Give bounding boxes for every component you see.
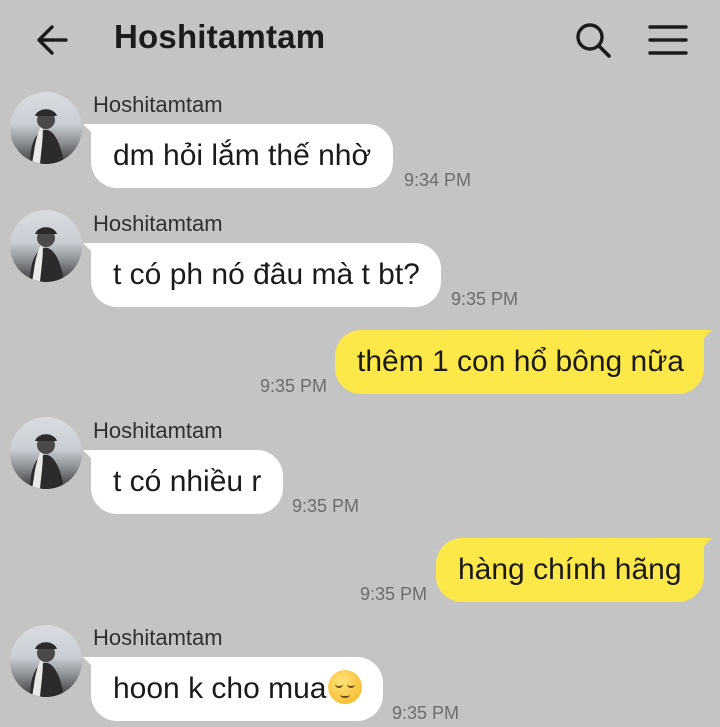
message-timestamp: 9:35 PM [260,376,328,396]
message-text: t có ph nó đâu mà t bt? [113,258,420,291]
search-button[interactable] [572,20,614,62]
search-icon [576,23,611,58]
message-bubble[interactable]: t có nhiều r [91,450,283,514]
message-timestamp: 9:35 PM [451,289,519,309]
message-text: t có nhiều r [113,465,262,498]
avatar[interactable] [10,92,82,164]
chat-title: Hoshitamtam [114,18,326,55]
message-bubble[interactable]: hoon k cho mua [91,657,383,721]
avatar[interactable] [10,210,82,282]
hamburger-menu-icon [648,25,688,55]
person-silhouette-icon [30,109,64,164]
sender-name: Hoshitamtam [93,92,223,117]
avatar[interactable] [10,417,82,489]
menu-button[interactable] [646,22,690,58]
chat-header: Hoshitamtam [0,0,720,78]
message-text: hàng chính hãng [458,553,682,586]
message-timestamp: 9:35 PM [360,584,428,604]
message-timestamp: 9:34 PM [404,170,472,190]
message-bubble[interactable]: thêm 1 con hổ bông nữa [335,330,704,394]
person-silhouette-icon [30,642,64,697]
message-text: dm hỏi lắm thế nhờ [113,139,372,172]
message-bubble[interactable]: hàng chính hãng [436,538,704,602]
sender-name: Hoshitamtam [93,418,223,443]
message-bubble[interactable]: dm hỏi lắm thế nhờ [91,124,393,188]
person-silhouette-icon [30,227,64,282]
person-silhouette-icon [30,434,64,489]
pensive-face-emoji-icon [328,670,363,704]
message-timestamp: 9:35 PM [292,496,360,516]
avatar[interactable] [10,625,82,697]
message-text: hoon k cho mua [113,672,327,705]
back-button[interactable] [32,20,76,60]
message-timestamp: 9:35 PM [392,703,460,723]
message-bubble[interactable]: t có ph nó đâu mà t bt? [91,243,441,307]
message-text: thêm 1 con hổ bông nữa [357,345,684,378]
arrow-left-icon [37,25,68,55]
sender-name: Hoshitamtam [93,625,223,650]
sender-name: Hoshitamtam [93,211,223,236]
